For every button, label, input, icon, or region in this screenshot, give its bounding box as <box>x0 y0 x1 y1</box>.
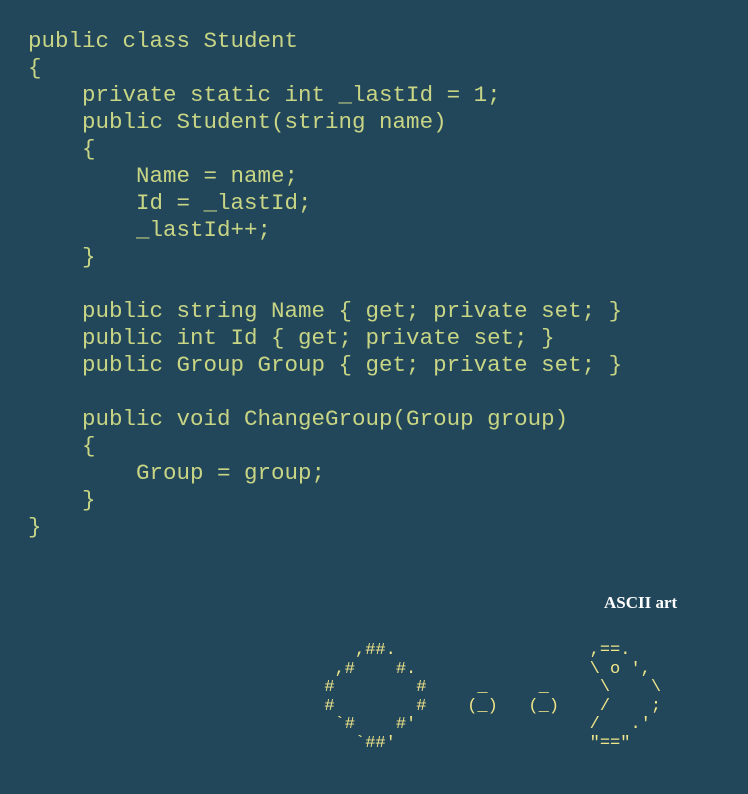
ascii-art-line-1: ,##. ,==. <box>304 641 631 660</box>
code-line-9: } <box>28 244 96 270</box>
ascii-art-line-4: # # (_) (_) / ; <box>304 696 662 716</box>
code-line-15: public void ChangeGroup(Group group) <box>28 406 569 432</box>
code-line-5: { <box>28 136 96 162</box>
ascii-art-title: ASCII art <box>604 593 678 612</box>
code-line-3: private static int _lastId = 1; <box>28 82 501 108</box>
ascii-art-drawing: ,##. ,==. ,# #. \ o ', # # _ _ \ \ # # (… <box>304 641 662 753</box>
code-line-17: Group = group; <box>28 460 326 486</box>
code-line-6: Name = name; <box>28 163 299 189</box>
code-line-11: public string Name { get; private set; } <box>28 298 623 324</box>
code-line-16: { <box>28 433 96 459</box>
ascii-art-line-6: `##' "==" <box>304 733 631 753</box>
ascii-art-line-5: `# #' / .' <box>304 715 651 734</box>
code-line-7: Id = _lastId; <box>28 190 312 216</box>
code-line-4: public Student(string name) <box>28 109 447 135</box>
code-line-12: public int Id { get; private set; } <box>28 325 555 351</box>
ascii-art-line-3: # # _ _ \ \ <box>304 678 662 697</box>
code-line-2: { <box>28 55 42 81</box>
code-line-19: } <box>28 514 42 540</box>
code-line-18: } <box>28 487 96 513</box>
code-line-13: public Group Group { get; private set; } <box>28 352 623 378</box>
code-line-1: public class Student <box>28 28 299 54</box>
ascii-art-line-2: ,# #. \ o ', <box>304 659 651 679</box>
code-line-8: _lastId++; <box>28 217 272 243</box>
code-listing: public class Student{ private static int… <box>28 28 622 541</box>
